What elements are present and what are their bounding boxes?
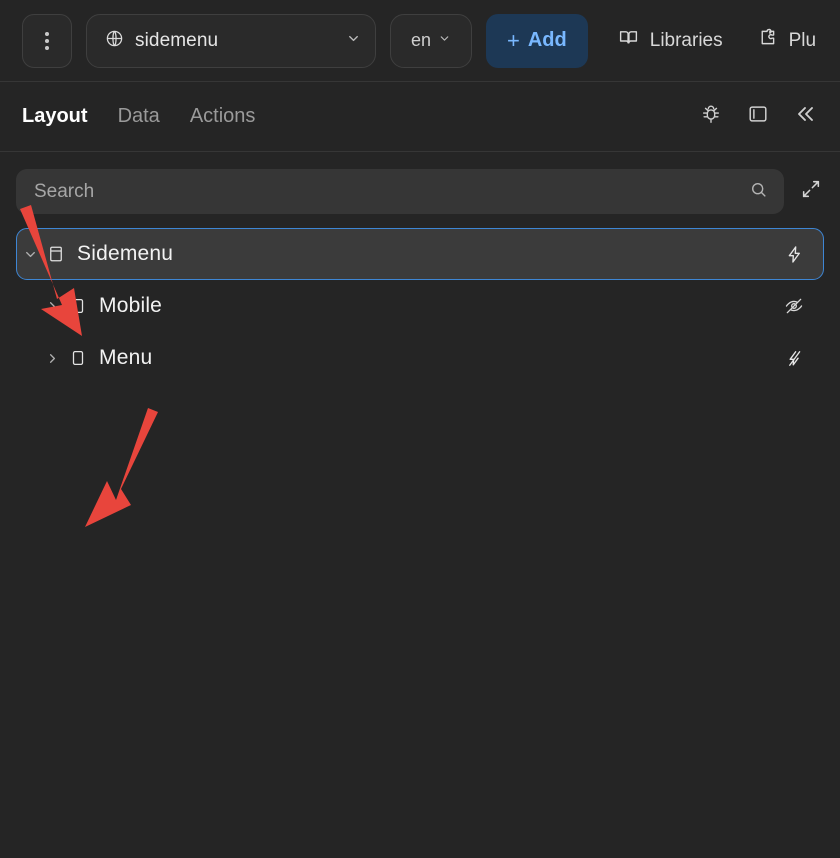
tree-row-label: Mobile: [99, 294, 782, 318]
tree-row-sidemenu[interactable]: Sidemenu: [16, 228, 824, 280]
search-input[interactable]: [34, 181, 749, 203]
tree-row-menu[interactable]: Menu: [16, 332, 824, 384]
collapse-chevrons-left-icon[interactable]: [794, 102, 818, 131]
menu-dots-icon: [45, 32, 49, 50]
plugins-label: Plu: [789, 30, 816, 52]
tree-row-label: Sidemenu: [77, 242, 782, 266]
panel-tabbar: Layout Data Actions: [0, 82, 840, 152]
search-box[interactable]: [16, 169, 784, 214]
chevron-right-icon[interactable]: [39, 351, 65, 366]
lightning-bolt-off-icon[interactable]: [782, 349, 806, 368]
chevron-down-icon[interactable]: [346, 31, 361, 51]
add-button-label: Add: [528, 29, 567, 52]
panel-layout-icon[interactable]: [747, 103, 769, 130]
layer-tree: Sidemenu Mobile: [0, 228, 840, 384]
libraries-button[interactable]: Libraries: [614, 27, 727, 54]
project-selector[interactable]: sidemenu: [86, 14, 376, 68]
arrow-to-menu-row: [85, 408, 158, 527]
lightning-bolt-icon[interactable]: [782, 245, 806, 264]
search-icon[interactable]: [749, 180, 768, 204]
chevron-down-icon: [438, 32, 451, 50]
tab-list: Layout Data Actions: [22, 105, 700, 128]
overflow-menu-button[interactable]: [22, 14, 72, 68]
plus-icon: +: [507, 30, 520, 52]
chevron-right-icon[interactable]: [39, 299, 65, 314]
add-button[interactable]: + Add: [486, 14, 588, 68]
tab-layout[interactable]: Layout: [22, 105, 88, 128]
tree-row-label: Menu: [99, 346, 782, 370]
plugins-button[interactable]: Plu: [753, 27, 820, 54]
book-icon: [618, 27, 639, 54]
expand-diagonal-icon[interactable]: [800, 178, 822, 205]
chevron-down-icon[interactable]: [17, 247, 43, 262]
tabbar-actions: [700, 102, 818, 131]
tab-data[interactable]: Data: [118, 105, 160, 128]
language-selector[interactable]: en: [390, 14, 472, 68]
screen-frame-icon: [43, 245, 69, 263]
container-square-icon: [65, 349, 91, 367]
plugin-icon: [757, 27, 778, 54]
language-value: en: [411, 30, 431, 51]
top-toolbar: sidemenu en + Add Libraries: [0, 0, 840, 82]
libraries-label: Libraries: [650, 30, 723, 52]
project-name: sidemenu: [135, 30, 335, 52]
globe-icon: [105, 29, 124, 53]
search-row: [0, 152, 840, 228]
eye-off-icon[interactable]: [782, 296, 806, 316]
tab-actions[interactable]: Actions: [190, 105, 256, 128]
bug-icon[interactable]: [700, 103, 722, 130]
container-square-icon: [65, 297, 91, 315]
tree-row-mobile[interactable]: Mobile: [16, 280, 824, 332]
